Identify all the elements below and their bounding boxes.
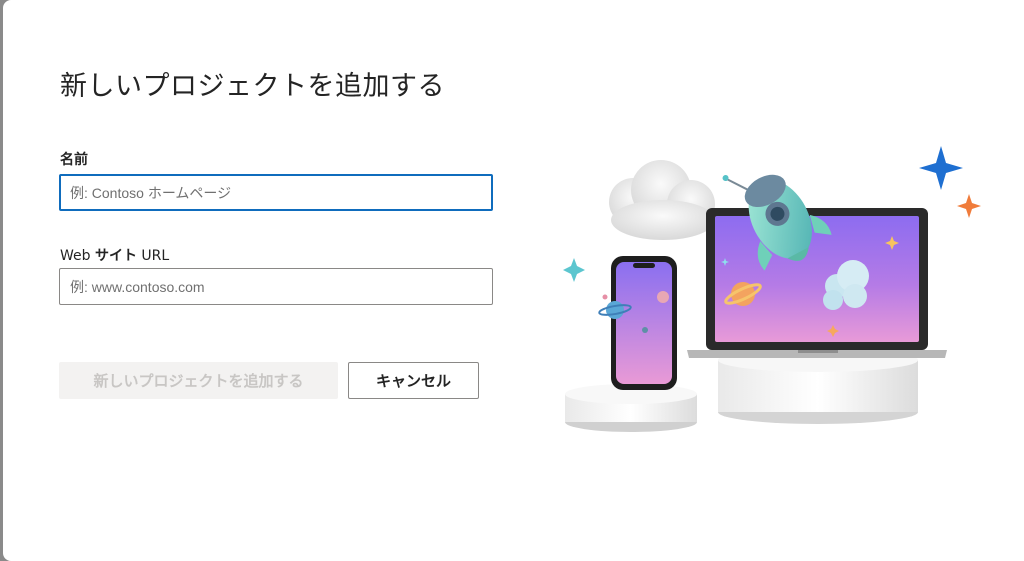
website-label-suffix: URL bbox=[136, 248, 170, 264]
phone-icon bbox=[611, 256, 677, 390]
cancel-button[interactable]: キャンセル bbox=[348, 362, 479, 399]
sparkle-icon bbox=[563, 258, 585, 282]
website-label-prefix: Web bbox=[60, 248, 95, 264]
dialog-title: 新しいプロジェクトを追加する bbox=[60, 71, 445, 102]
laptop-podium bbox=[718, 348, 918, 424]
cloud-icon bbox=[609, 160, 715, 240]
name-input[interactable] bbox=[59, 174, 493, 211]
project-illustration bbox=[563, 146, 981, 432]
add-project-button[interactable]: 新しいプロジェクトを追加する bbox=[59, 362, 338, 399]
name-field-label: 名前 bbox=[60, 152, 88, 168]
website-url-field-label: Web サイト URL bbox=[60, 245, 169, 265]
sparkle-icon bbox=[919, 146, 963, 190]
phone-podium bbox=[565, 384, 697, 432]
sparkle-icon bbox=[957, 194, 981, 218]
add-project-dialog: 新しいプロジェクトを追加する 名前 Web サイト URL 新しいプロジェクトを… bbox=[3, 0, 1024, 561]
website-label-bold: サイト bbox=[94, 248, 137, 264]
website-url-input[interactable] bbox=[59, 268, 493, 305]
